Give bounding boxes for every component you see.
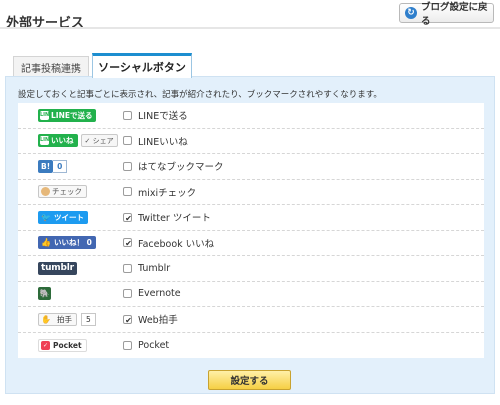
preview-cell: 👍 いいね！ 0 xyxy=(18,236,123,250)
line-like-icon: LINE xyxy=(40,136,53,146)
twitter-checkbox[interactable] xyxy=(123,212,133,223)
preview-cell: 🐦 ツイート xyxy=(18,210,123,224)
webclap-icon: ✋ xyxy=(41,314,51,324)
line-like-label: LINEいいね xyxy=(138,136,188,148)
webclap-button-preview: ✋ 拍手 xyxy=(38,312,77,326)
mixi-checkbox[interactable] xyxy=(123,187,132,197)
hatena-checkbox[interactable] xyxy=(123,161,132,171)
mixi-check-button-preview: チェック xyxy=(38,185,87,199)
service-row-evernote: 🐘 Evernote xyxy=(18,282,484,307)
twitter-tweet-button-preview: 🐦 ツイート xyxy=(38,210,88,224)
service-row-webclap: ✋ 拍手 5 Web拍手 xyxy=(18,307,484,333)
preview-cell: tumblr xyxy=(18,261,123,275)
submit-settings-button[interactable]: 設定する xyxy=(208,370,291,390)
line-share-preview: ✓ シェア xyxy=(80,134,118,148)
service-list: LINE LINEで送る LINEで送る LINE いいね ✓ シェア LINE… xyxy=(18,103,484,358)
settings-panel: 設定しておくと記事ごとに表示され、記事が紹介されたり、ブックマークされやすくなり… xyxy=(5,76,495,394)
line-like-button-preview: LINE いいね xyxy=(38,134,78,148)
hatena-count: 0 xyxy=(53,159,68,173)
line-icon: LINE xyxy=(40,110,53,120)
service-row-line-like: LINE いいね ✓ シェア LINEいいね xyxy=(18,129,484,154)
facebook-label: Facebook いいね xyxy=(138,238,215,250)
tumblr-label: Tumblr xyxy=(138,262,171,274)
preview-cell: B! 0 xyxy=(18,159,123,173)
back-arrow-icon: ↻ xyxy=(405,7,417,19)
evernote-label: Evernote xyxy=(138,288,181,300)
pocket-preview-text: Pocket xyxy=(53,340,82,350)
tab-article-posting[interactable]: 記事投稿連携 xyxy=(13,56,89,77)
preview-cell: LINE LINEで送る xyxy=(18,108,123,122)
service-row-twitter: 🐦 ツイート Twitter ツイート xyxy=(18,205,484,231)
webclap-preview-text: 拍手 xyxy=(56,314,72,324)
tab-article-posting-label: 記事投稿連携 xyxy=(21,63,81,75)
webclap-checkbox[interactable] xyxy=(123,314,133,325)
service-row-line-send: LINE LINEで送る LINEで送る xyxy=(18,103,484,129)
title-divider xyxy=(0,27,500,29)
preview-cell: ✓ Pocket xyxy=(18,338,123,352)
line-like-checkbox[interactable] xyxy=(123,136,132,146)
hatena-icon: B! xyxy=(38,159,54,173)
preview-cell: ✋ 拍手 5 xyxy=(18,312,123,326)
facebook-checkbox[interactable] xyxy=(123,238,133,248)
line-send-checkbox[interactable] xyxy=(123,110,132,120)
service-row-mixi: チェック mixiチェック xyxy=(18,180,484,205)
tumblr-checkbox[interactable] xyxy=(123,263,132,273)
back-to-blog-settings-button[interactable]: ↻ ブログ設定に戻る xyxy=(399,2,494,27)
back-button-label: ブログ設定に戻る xyxy=(421,2,488,27)
service-row-pocket: ✓ Pocket Pocket xyxy=(18,333,484,359)
pocket-label: Pocket xyxy=(138,339,170,351)
mixi-icon xyxy=(41,187,50,197)
evernote-checkbox[interactable] xyxy=(123,289,132,299)
service-row-hatena: B! 0 はてなブックマーク xyxy=(18,154,484,180)
preview-cell: 🐘 xyxy=(18,287,123,301)
tab-social-buttons-label: ソーシャルボタン xyxy=(98,61,186,74)
line-like-preview-text: いいね xyxy=(51,136,74,146)
webclap-label: Web拍手 xyxy=(138,315,178,327)
mixi-preview-text: チェック xyxy=(52,187,82,197)
service-row-facebook: 👍 いいね！ 0 Facebook いいね xyxy=(18,231,484,256)
line-send-label: LINEで送る xyxy=(138,111,188,123)
facebook-thumb-icon: 👍 xyxy=(41,238,51,248)
facebook-preview-text: いいね！ 0 xyxy=(53,238,92,248)
twitter-bird-icon: 🐦 xyxy=(41,212,51,222)
line-send-button-preview: LINE LINEで送る xyxy=(38,108,97,122)
panel-description: 設定しておくと記事ごとに表示され、記事が紹介されたり、ブックマークされやすくなり… xyxy=(18,90,382,100)
pocket-checkbox[interactable] xyxy=(123,340,132,350)
twitter-label: Twitter ツイート xyxy=(138,213,211,225)
hatena-label: はてなブックマーク xyxy=(138,162,224,174)
twitter-preview-text: ツイート xyxy=(53,212,84,222)
line-send-preview-text: LINEで送る xyxy=(51,110,93,120)
pocket-icon: ✓ xyxy=(41,340,50,350)
mixi-label: mixiチェック xyxy=(138,187,197,199)
tab-social-buttons[interactable]: ソーシャルボタン xyxy=(92,53,192,78)
preview-cell: チェック xyxy=(18,185,123,199)
service-row-tumblr: tumblr Tumblr xyxy=(18,256,484,282)
webclap-count: 5 xyxy=(80,312,96,326)
tumblr-icon: tumblr xyxy=(38,261,77,275)
preview-cell: LINE いいね ✓ シェア xyxy=(18,134,123,148)
evernote-icon: 🐘 xyxy=(38,287,51,301)
pocket-button-preview: ✓ Pocket xyxy=(38,338,87,352)
facebook-like-button-preview: 👍 いいね！ 0 xyxy=(38,236,96,250)
